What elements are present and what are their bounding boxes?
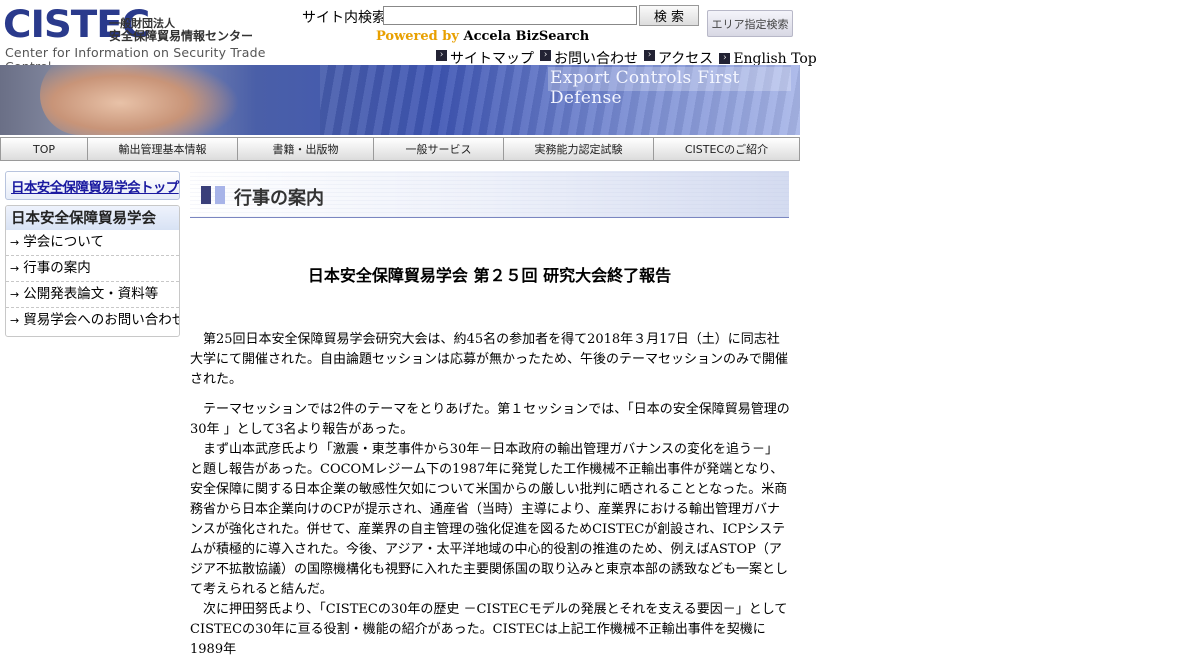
arrow-icon: ›: [644, 50, 655, 61]
arrow-right-icon: →: [10, 314, 20, 327]
arrow-right-icon: →: [10, 288, 20, 301]
search-label: サイト内検索: [302, 10, 386, 26]
sidebar-item-events[interactable]: → 行事の案内: [6, 256, 179, 282]
nav-certification-exam[interactable]: 実務能力認定試験: [504, 137, 654, 161]
section-header: 行事の案内: [190, 171, 789, 218]
nav-top[interactable]: TOP: [0, 137, 88, 161]
arrow-icon: ›: [436, 50, 447, 61]
handshake-image: [40, 65, 240, 135]
cistec-logo[interactable]: CISTEC 一般財団法人 安全保障貿易情報センター Center for In…: [3, 5, 293, 74]
header-banner: Export Controls First Defense: [0, 65, 800, 135]
sidebar-item-papers[interactable]: → 公開発表論文・資料等: [6, 282, 179, 308]
nav-export-basics[interactable]: 輸出管理基本情報: [88, 137, 238, 161]
title-marker-dark: [201, 186, 211, 204]
powered-by: Powered by Accela BizSearch: [376, 29, 589, 44]
nav-publications[interactable]: 書籍・出版物: [238, 137, 374, 161]
logo-jp-line2: 安全保障貿易情報センター: [109, 29, 254, 43]
sidebar-menu-title: 日本安全保障貿易学会: [6, 206, 179, 230]
article-body: 第25回日本安全保障貿易学会研究大会は、約45名の参加者を得て2018年３月17…: [190, 330, 790, 660]
paragraph: 第25回日本安全保障貿易学会研究大会は、約45名の参加者を得て2018年３月17…: [190, 332, 789, 387]
sidebar-item-about[interactable]: → 学会について: [6, 230, 179, 256]
nav-about-cistec[interactable]: CISTECのご紹介: [654, 137, 800, 161]
paragraph: 次に押田努氏より、「CISTECの30年の歴史 －CISTECモデルの発展とそれ…: [190, 602, 788, 657]
area-search-button[interactable]: エリア指定検索: [707, 10, 793, 37]
sidebar-item-contact[interactable]: → 貿易学会へのお問い合わせ: [6, 308, 179, 333]
arrow-icon: ›: [540, 50, 551, 61]
title-marker-light: [215, 186, 225, 204]
main-nav: TOP 輸出管理基本情報 書籍・出版物 一般サービス 実務能力認定試験 CIST…: [0, 137, 800, 161]
powered-by-label: Powered by: [376, 29, 459, 44]
arrow-right-icon: →: [10, 236, 20, 249]
paragraph: まず山本武彦氏より「激震・東芝事件から30年－日本政府の輸出管理ガバナンスの変化…: [190, 442, 789, 597]
search-button[interactable]: 検 索: [639, 5, 699, 26]
arrow-right-icon: →: [10, 262, 20, 275]
arrow-icon: ›: [719, 53, 731, 64]
sidebar-menu: 日本安全保障貿易学会 → 学会について → 行事の案内 → 公開発表論文・資料等 → 貿…: [5, 205, 180, 337]
report-title: 日本安全保障貿易学会 第２５回 研究大会終了報告: [307, 266, 672, 285]
powered-by-name: Accela BizSearch: [463, 29, 590, 44]
nav-general-services[interactable]: 一般サービス: [374, 137, 504, 161]
page-title: 行事の案内: [234, 188, 324, 209]
sidebar-top-link[interactable]: 日本安全保障貿易学会トップ: [11, 176, 179, 196]
banner-tagline: Export Controls First Defense: [550, 68, 740, 108]
site-header: CISTEC 一般財団法人 安全保障貿易情報センター Center for In…: [0, 0, 817, 74]
paragraph: テーマセッションでは2件のテーマをとりあげた。第１セッションでは、「日本の安全保…: [190, 402, 790, 437]
sidebar-top-box: 日本安全保障貿易学会トップ: [5, 171, 180, 200]
search-input[interactable]: [383, 6, 637, 25]
